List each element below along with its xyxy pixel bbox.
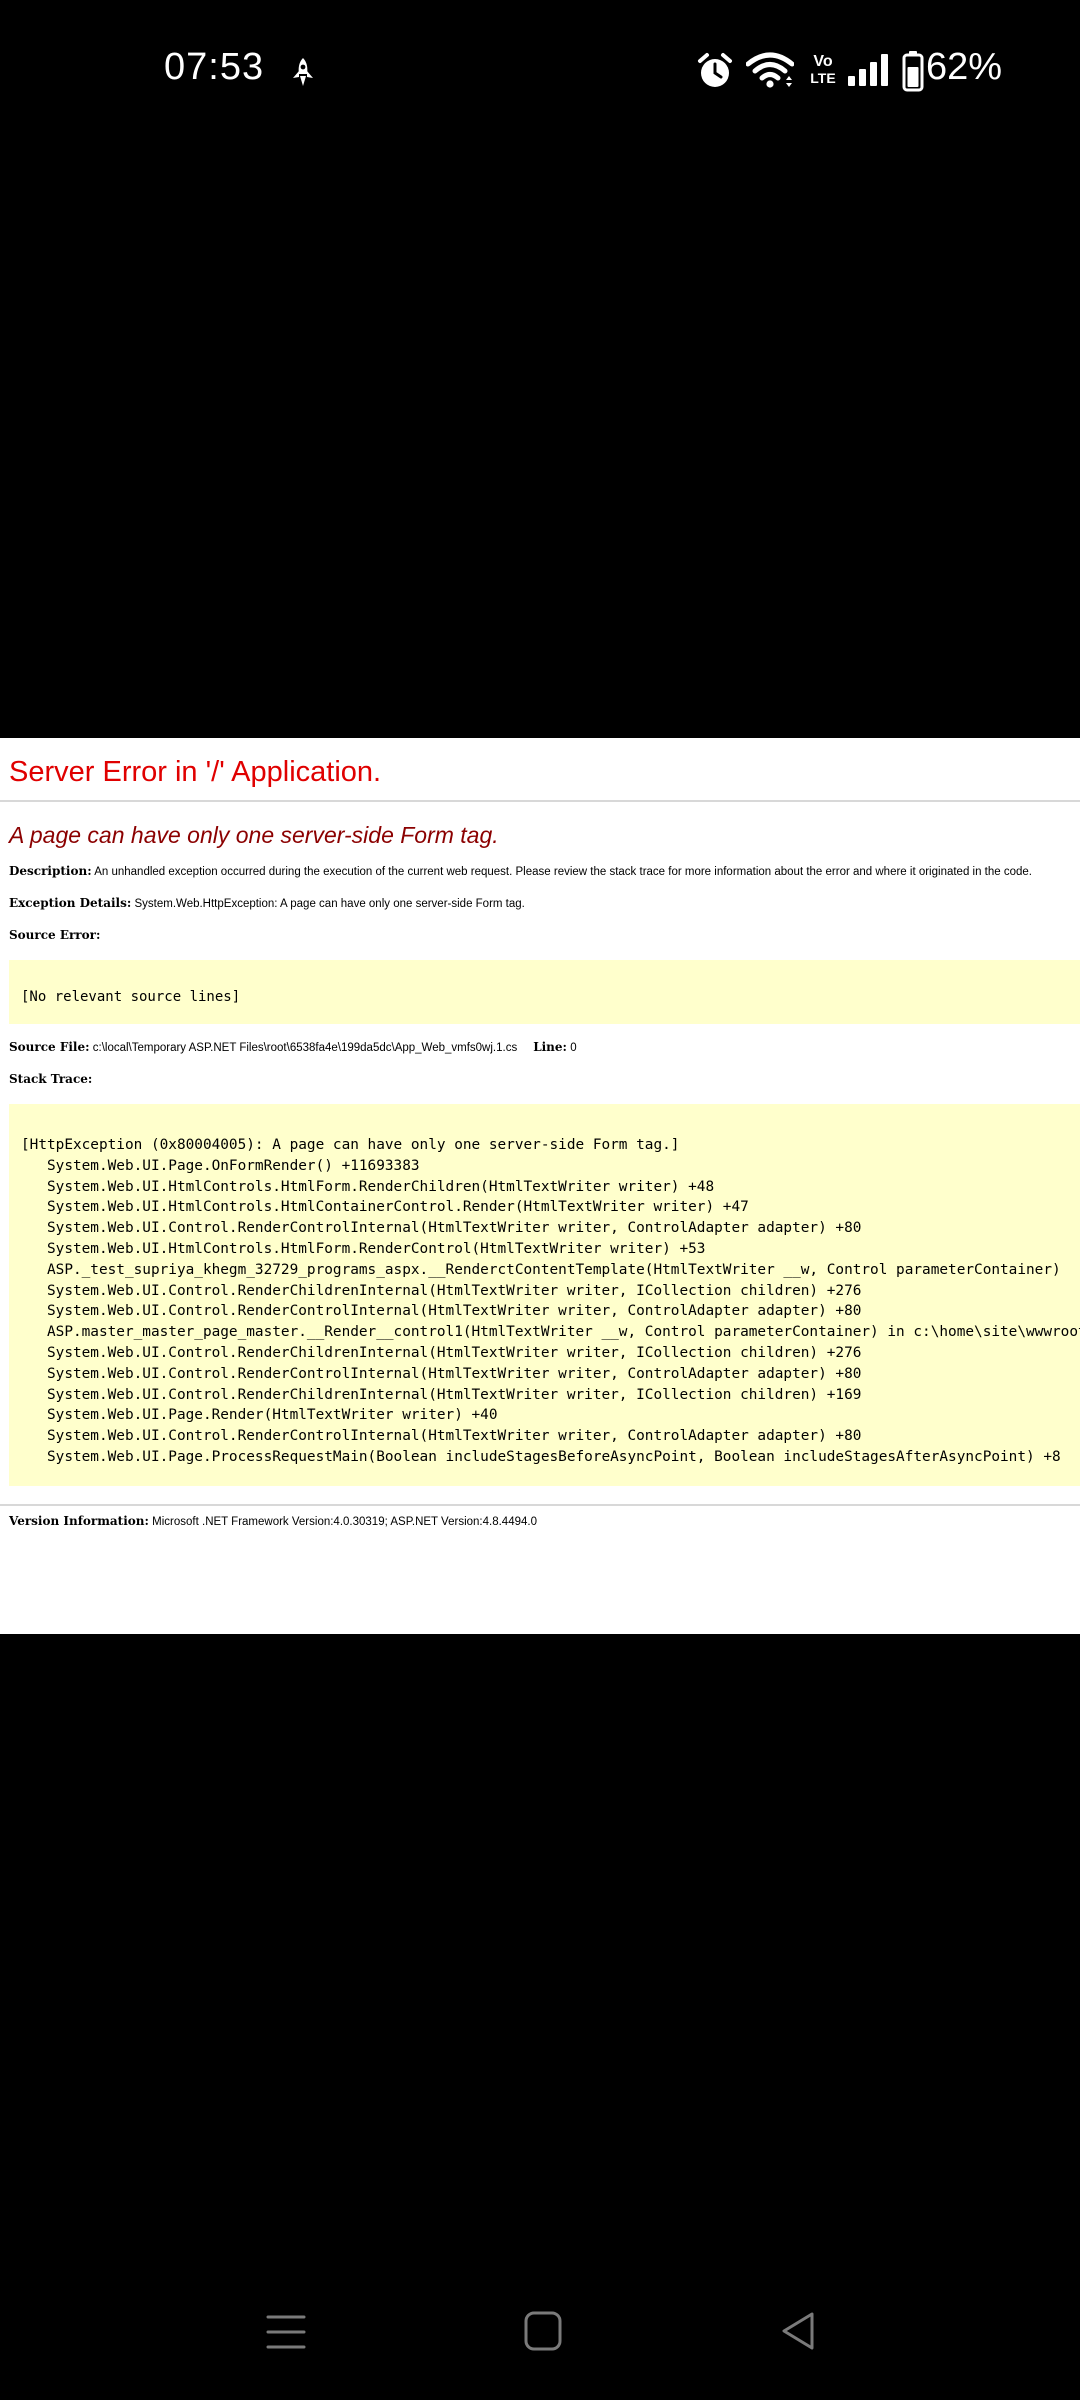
description-line: Description: An unhandled exception occu… [9,864,1032,878]
source-file-line: Source File: c:\local\Temporary ASP.NET … [9,1040,577,1054]
recents-menu-icon[interactable] [266,2312,306,2352]
exception-details-label: Exception Details: [9,896,132,910]
description-label: Description: [9,864,92,878]
home-square-icon[interactable] [523,2310,563,2352]
battery-icon [902,51,924,92]
stack-trace-frame: System.Web.UI.Control.RenderControlInter… [21,1365,862,1382]
stack-trace-frame: System.Web.UI.Page.OnFormRender() +11693… [21,1157,420,1174]
stack-trace-frame: System.Web.UI.HtmlControls.HtmlForm.Rend… [21,1240,706,1257]
stack-trace-frame: System.Web.UI.Control.RenderChildrenInte… [21,1386,862,1403]
stack-trace-frame: System.Web.UI.Control.RenderControlInter… [21,1428,862,1445]
navigation-bar [0,2290,1080,2380]
stack-trace-frame: System.Web.UI.HtmlControls.HtmlContainer… [21,1199,749,1216]
source-error-label: Source Error: [9,928,101,942]
exception-details-line: Exception Details: System.Web.HttpExcept… [9,896,525,910]
stack-trace-frame: ASP._test_supriya_khegm_32729_programs_a… [21,1261,1061,1278]
back-triangle-icon[interactable] [778,2310,818,2352]
stack-trace-frame: [HttpException (0x80004005): A page can … [21,1137,680,1153]
volte-icon: Vo LTE [808,54,838,88]
exception-details-text: System.Web.HttpException: A page can hav… [134,898,525,910]
source-error-text: [No relevant source lines] [21,989,241,1005]
stack-trace-box[interactable]: [HttpException (0x80004005): A page can … [9,1104,1080,1486]
stack-trace-frame: System.Web.UI.Page.Render(HtmlTextWriter… [21,1407,498,1424]
source-file-label: Source File: [9,1040,90,1054]
volte-label-bottom: LTE [810,70,836,86]
status-time: 07:53 [164,46,265,88]
footer-divider [0,1504,1080,1506]
alarm-icon [698,53,732,87]
version-information-line: Version Information: Microsoft .NET Fram… [9,1514,537,1528]
page-title: Server Error in '/' Application. [9,756,382,788]
source-error-line: Source Error: [9,928,100,942]
stack-trace-label: Stack Trace: [9,1072,93,1086]
stack-trace-frame: System.Web.UI.Control.RenderChildrenInte… [21,1282,862,1299]
title-divider [0,800,1080,802]
line-label: Line: [533,1040,567,1054]
stack-trace-frame: System.Web.UI.Control.RenderControlInter… [21,1220,862,1237]
stack-trace-frame: System.Web.UI.HtmlControls.HtmlForm.Rend… [21,1178,715,1195]
source-file-path: c:\local\Temporary ASP.NET Files\root\65… [92,1042,518,1054]
error-heading: A page can have only one server-side For… [9,822,499,848]
source-error-box: [No relevant source lines] [9,960,1080,1024]
stack-trace-line: Stack Trace: [9,1072,92,1086]
line-value: 0 [570,1042,577,1054]
stack-trace-frame: System.Web.UI.Page.ProcessRequestMain(Bo… [21,1448,1061,1465]
signal-icon [848,54,888,86]
description-text: An unhandled exception occurred during t… [94,866,1032,878]
volte-label-top: Vo [813,53,833,70]
error-page[interactable]: Server Error in '/' Application. A page … [0,738,1080,1634]
stack-trace-frame: System.Web.UI.Control.RenderChildrenInte… [21,1344,862,1361]
version-information-label: Version Information: [9,1514,149,1528]
status-bar: 07:53 Vo LTE 62% [0,0,1080,150]
battery-percent: 62% [926,46,1003,88]
stack-trace-frame: System.Web.UI.Control.RenderControlInter… [21,1303,862,1320]
rocket-notification-icon [293,58,313,86]
wifi-icon [746,52,794,88]
version-information-text: Microsoft .NET Framework Version:4.0.303… [152,1516,537,1528]
stack-trace-text: [HttpException (0x80004005): A page can … [9,1104,1080,1468]
stack-trace-frame: ASP.master_master_page_master.__Render__… [21,1324,1080,1341]
